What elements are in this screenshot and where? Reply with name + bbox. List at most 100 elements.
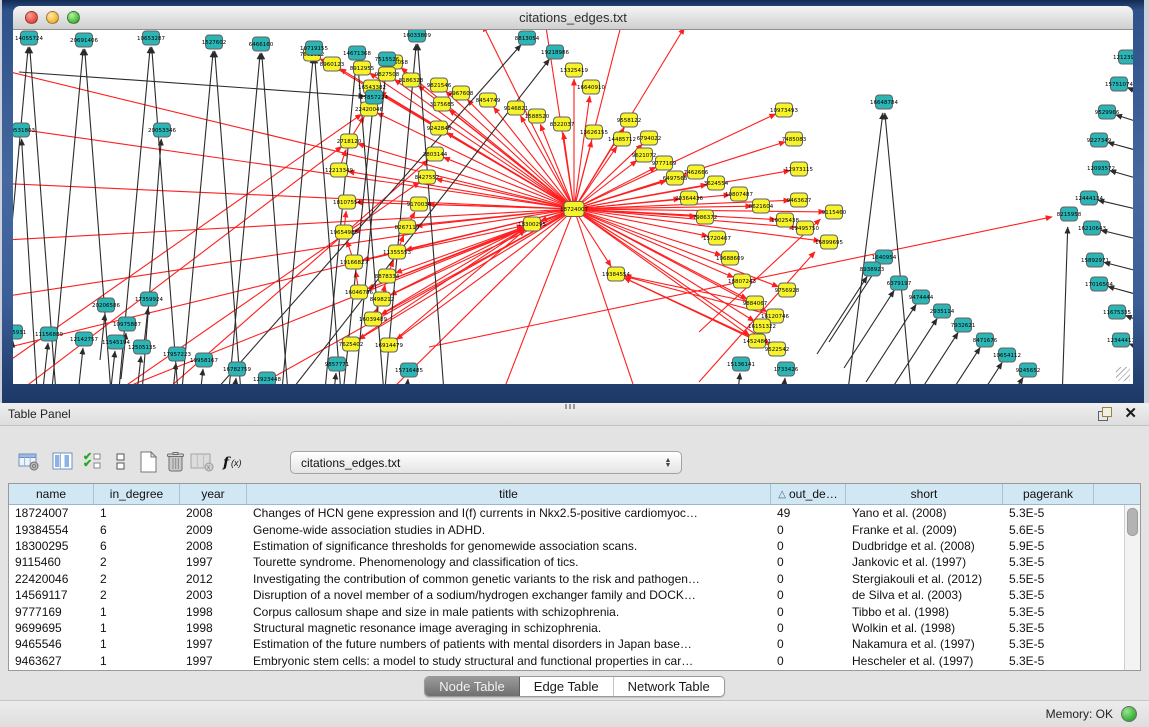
graph-node[interactable]: 16899695 <box>815 235 843 249</box>
graph-node[interactable]: 14055724 <box>15 31 43 45</box>
graph-node[interactable]: 2718120 <box>337 134 362 148</box>
tab-network-table[interactable]: Network Table <box>614 677 724 696</box>
graph-node[interactable]: 19218986 <box>541 45 569 59</box>
graph-node[interactable]: 20691406 <box>70 33 98 47</box>
graph-node[interactable]: 7625402 <box>339 337 364 351</box>
graph-node[interactable]: 17957223 <box>163 347 191 361</box>
graph-node[interactable]: 8912955 <box>350 61 375 75</box>
graph-node[interactable]: 6794022 <box>637 131 662 145</box>
graph-node[interactable]: 2967608 <box>449 86 474 100</box>
graph-node[interactable]: 9170036 <box>407 197 432 211</box>
column-header-in_degree[interactable]: in_degree <box>94 484 180 504</box>
graph-node[interactable]: 9621072 <box>632 148 657 162</box>
scrollbar-thumb[interactable] <box>1127 508 1138 536</box>
graph-node[interactable]: 9522542 <box>765 342 790 356</box>
graph-node[interactable]: 10688609 <box>716 251 744 265</box>
table-selector-dropdown[interactable]: citations_edges.txt ▲▼ <box>290 451 682 474</box>
graph-node[interactable]: 2803144 <box>423 147 448 161</box>
tab-node-table[interactable]: Node Table <box>425 677 520 696</box>
tab-edge-table[interactable]: Edge Table <box>520 677 614 696</box>
table-row[interactable]: 1872400712008Changes of HCN gene express… <box>9 505 1140 521</box>
graph-node[interactable]: 9529966 <box>1095 105 1120 119</box>
graph-node[interactable]: 6379197 <box>887 276 912 290</box>
table-settings-icon[interactable] <box>16 449 42 475</box>
graph-node[interactable]: 16033809 <box>403 30 431 42</box>
table-row[interactable]: 969969511998Structural magnetic resonanc… <box>9 620 1140 636</box>
graph-node[interactable]: 20531803 <box>13 123 35 137</box>
column-header-title[interactable]: title <box>247 484 771 504</box>
graph-node[interactable]: 3624554 <box>704 176 729 190</box>
resize-grip-icon[interactable] <box>1116 367 1130 381</box>
graph-node[interactable]: 1527602 <box>202 35 227 49</box>
graph-node[interactable]: 20364436 <box>675 191 703 205</box>
graph-node[interactable]: 12344411 <box>1107 333 1133 347</box>
function-builder-icon[interactable]: f(x) <box>222 449 248 475</box>
graph-node[interactable]: 16210643 <box>1078 221 1106 235</box>
graph-node[interactable]: 10654112 <box>993 348 1021 362</box>
graph-node[interactable]: 8813054 <box>515 31 540 45</box>
graph-node[interactable]: 13325419 <box>560 63 588 77</box>
table-row[interactable]: 1830029562008Estimation of significance … <box>9 538 1140 554</box>
graph-node[interactable]: 7932621 <box>951 318 976 332</box>
graph-node[interactable]: 7485083 <box>782 132 807 146</box>
rows-icon[interactable] <box>108 449 134 475</box>
graph-node[interactable]: 10653287 <box>137 31 165 45</box>
graph-node[interactable]: 11156889 <box>35 327 63 341</box>
graph-node[interactable]: 12923448 <box>253 372 281 384</box>
graph-node[interactable]: 8215958 <box>1057 207 1082 221</box>
graph-node[interactable]: 9777169 <box>652 156 677 170</box>
graph-node[interactable]: 2935114 <box>930 304 955 318</box>
graph-node[interactable]: 9146821 <box>504 101 529 115</box>
table-row[interactable]: 1938455462009Genome-wide association stu… <box>9 521 1140 537</box>
graph-node[interactable]: 9463627 <box>787 193 812 207</box>
graph-node[interactable]: 12505135 <box>128 340 156 354</box>
split-pane-handle[interactable] <box>565 404 577 409</box>
graph-node[interactable]: 12123966 <box>1113 50 1133 64</box>
graph-node[interactable]: 14671368 <box>343 46 371 60</box>
close-window-button[interactable] <box>25 11 38 24</box>
column-header-pagerank[interactable]: pagerank <box>1003 484 1094 504</box>
graph-node[interactable]: 17016504 <box>1085 277 1113 291</box>
graph-node[interactable]: 8498212 <box>370 292 395 306</box>
column-header-name[interactable]: name <box>9 484 94 504</box>
graph-node[interactable]: 10975887 <box>113 317 141 331</box>
close-panel-icon[interactable]: ✕ <box>1124 407 1137 421</box>
graph-node[interactable]: 12973115 <box>785 162 813 176</box>
graph-node[interactable]: 20053346 <box>148 123 176 137</box>
graph-node[interactable]: 16640910 <box>577 80 605 94</box>
table-row[interactable]: 911546021997Tourette syndrome. Phenomeno… <box>9 554 1140 570</box>
graph-node[interactable]: 12093572 <box>1087 161 1115 175</box>
column-header-short[interactable]: short <box>846 484 1003 504</box>
network-window-titlebar[interactable]: citations_edges.txt <box>13 6 1133 30</box>
graph-node[interactable]: 10807487 <box>725 187 753 201</box>
graph-node[interactable]: 9821546 <box>427 78 452 92</box>
graph-node[interactable]: 18724007 <box>560 202 588 217</box>
graph-node[interactable]: 14485712 <box>608 132 636 146</box>
column-header-out_de[interactable]: △out_de… <box>771 484 846 504</box>
graph-node[interactable]: 12213349 <box>325 163 353 177</box>
graph-node[interactable]: 6466160 <box>249 37 274 51</box>
graph-node[interactable]: 9115460 <box>822 205 847 219</box>
graph-node[interactable]: 8471676 <box>973 333 998 347</box>
table-row[interactable]: 1456911722003Disruption of a novel membe… <box>9 587 1140 603</box>
graph-node[interactable]: 19958167 <box>190 353 218 367</box>
graph-node[interactable]: 12444134 <box>1075 191 1103 205</box>
zoom-window-button[interactable] <box>67 11 80 24</box>
graph-node[interactable]: 15892971 <box>1081 253 1109 267</box>
minimize-window-button[interactable] <box>46 11 59 24</box>
graph-node[interactable]: 9857771 <box>325 357 350 371</box>
graph-node[interactable]: 8427552 <box>415 170 440 184</box>
graph-node[interactable]: 8454749 <box>476 93 501 107</box>
graph-node[interactable]: 10025438 <box>771 213 799 227</box>
graph-node[interactable]: 9884067 <box>743 296 768 310</box>
graph-node[interactable]: 9558122 <box>617 113 642 127</box>
delete-table-icon[interactable] <box>163 449 189 475</box>
graph-node[interactable]: 19166827 <box>340 255 368 269</box>
graph-node[interactable]: 17359924 <box>135 292 163 306</box>
show-columns-icon[interactable] <box>50 449 76 475</box>
graph-node[interactable]: 11355553 <box>383 245 411 259</box>
graph-node[interactable]: 8322037 <box>550 117 575 131</box>
table-vertical-scrollbar[interactable] <box>1124 505 1140 670</box>
float-panel-icon[interactable] <box>1098 407 1112 421</box>
memory-status-icon[interactable] <box>1121 706 1137 722</box>
